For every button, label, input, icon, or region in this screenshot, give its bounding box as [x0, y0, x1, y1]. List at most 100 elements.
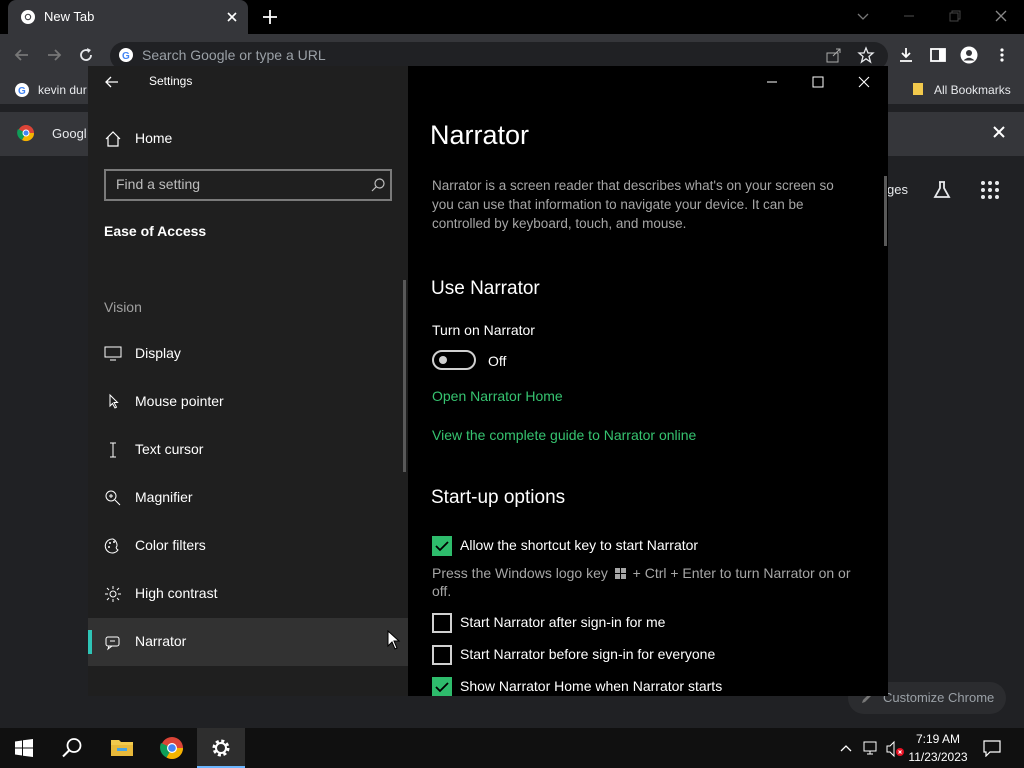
startup-options-heading: Start-up options [431, 487, 566, 508]
nav-item-text-cursor[interactable]: Text cursor [88, 426, 408, 474]
nav-item-label: Magnifier [135, 489, 193, 505]
nav-item-color-filters[interactable]: Color filters [88, 522, 408, 570]
use-narrator-heading: Use Narrator [431, 278, 540, 299]
banner-close-icon[interactable] [991, 124, 1007, 140]
all-bookmarks[interactable]: All Bookmarks [934, 83, 1011, 97]
tab-title: New Tab [44, 9, 95, 24]
bookmark-profile[interactable]: kevin dur [38, 83, 87, 97]
google-icon: G [119, 48, 133, 62]
checkbox-start-after-signin[interactable] [432, 613, 452, 633]
color-filters-icon [104, 538, 119, 554]
checkbox-label: Start Narrator after sign-in for me [460, 614, 666, 630]
page-description: Narrator is a screen reader that describ… [432, 178, 834, 231]
windows-logo-icon [614, 568, 626, 579]
close-icon[interactable] [856, 74, 872, 90]
nav-item-high-contrast[interactable]: High contrast [88, 570, 408, 618]
back-icon[interactable] [13, 46, 31, 64]
display-icon [104, 346, 122, 361]
high-contrast-icon [105, 586, 121, 602]
page-title: Narrator [430, 120, 530, 150]
side-panel-icon[interactable] [929, 46, 947, 64]
window-title: Settings [149, 74, 193, 88]
address-bar-placeholder: Search Google or type a URL [142, 47, 326, 63]
chrome-logo-icon [17, 125, 35, 142]
group-label-vision: Vision [104, 299, 142, 315]
nav-item-magnifier[interactable]: Magnifier [88, 474, 408, 522]
nav-item-narrator[interactable]: Narrator [88, 618, 408, 666]
close-window-icon[interactable] [992, 7, 1010, 25]
settings-gear-icon [212, 739, 230, 757]
mouse-pointer-icon [109, 393, 119, 409]
windows-start-icon[interactable] [15, 739, 33, 757]
download-icon[interactable] [897, 46, 915, 64]
close-tab-icon[interactable] [224, 9, 240, 25]
menu-kebab-icon[interactable] [993, 46, 1011, 64]
file-explorer-icon[interactable] [110, 738, 134, 758]
action-center-icon[interactable] [982, 739, 1002, 757]
bookmark-star-icon[interactable] [857, 46, 875, 64]
home-link[interactable]: Home [135, 130, 172, 146]
checkbox-label: Start Narrator before sign-in for everyo… [460, 646, 716, 662]
mouse-cursor-icon [387, 630, 401, 650]
svg-text:G: G [122, 51, 130, 62]
nav-item-label: High contrast [135, 585, 218, 601]
restore-icon[interactable] [946, 7, 964, 25]
chrome-icon [21, 10, 35, 24]
checkbox-show-narrator-home[interactable] [432, 677, 452, 696]
reload-icon[interactable] [77, 46, 95, 64]
narrator-guide-link[interactable]: View the complete guide to Narrator onli… [432, 427, 696, 443]
back-arrow-icon[interactable] [104, 74, 120, 90]
find-setting-placeholder: Find a setting [116, 176, 201, 192]
selected-indicator [88, 630, 92, 654]
profile-avatar-icon[interactable] [960, 46, 978, 64]
share-icon[interactable] [825, 46, 843, 64]
images-link[interactable]: ges [887, 182, 908, 197]
network-icon[interactable] [862, 740, 880, 756]
labs-flask-icon[interactable] [932, 180, 952, 200]
new-tab-icon[interactable] [261, 8, 279, 26]
minimize-icon[interactable] [900, 7, 918, 25]
apps-grid-icon[interactable] [980, 180, 1000, 200]
google-bookmark-icon: G [15, 83, 29, 97]
content-scrollbar[interactable] [884, 176, 887, 246]
chrome-taskbar-icon[interactable] [160, 736, 184, 760]
nav-item-label: Color filters [135, 537, 206, 553]
forward-icon[interactable] [45, 46, 63, 64]
nav-item-mouse-pointer[interactable]: Mouse pointer [88, 378, 408, 426]
svg-text:G: G [18, 86, 26, 97]
checkbox-label: Allow the shortcut key to start Narrator [460, 537, 699, 553]
shortcut-description: Press the Windows logo key + Ctrl + Ente… [432, 564, 862, 600]
minimize-icon[interactable] [764, 74, 780, 90]
toggle-state: Off [488, 353, 507, 369]
home-icon [105, 131, 121, 147]
nav-item-label: Text cursor [135, 441, 204, 457]
maximize-icon[interactable] [810, 74, 826, 90]
clock-date[interactable]: 11/23/2023 [900, 750, 976, 764]
banner-text: Googl [52, 126, 87, 141]
settings-content-pane: Narrator Narrator is a screen reader tha… [408, 66, 888, 696]
nav-item-label: Mouse pointer [135, 393, 224, 409]
checkbox-label: Show Narrator Home when Narrator starts [460, 678, 723, 694]
folder-icon [913, 83, 923, 95]
open-narrator-home-link[interactable]: Open Narrator Home [432, 388, 563, 404]
settings-window: Settings Home Find a setting Ease of Acc… [88, 66, 888, 696]
shortcut-desc-before: Press the Windows logo key [432, 565, 608, 581]
text-cursor-icon [110, 442, 116, 458]
clock-time[interactable]: 7:19 AM [906, 732, 970, 746]
nav-scrollbar[interactable] [403, 280, 406, 472]
magnifier-icon [105, 490, 121, 506]
tab-search-icon[interactable] [854, 7, 872, 25]
settings-nav-pane: Settings Home Find a setting Ease of Acc… [88, 66, 408, 696]
nav-item-label: Display [135, 345, 181, 361]
nav-item-label: Narrator [135, 633, 187, 649]
nav-item-display[interactable]: Display [88, 330, 408, 378]
checkbox-shortcut-key[interactable] [432, 536, 452, 556]
taskbar-search-icon[interactable] [61, 737, 83, 759]
checkmark-icon [435, 682, 449, 693]
search-icon [371, 178, 385, 192]
toggle-label: Turn on Narrator [432, 322, 535, 338]
show-hidden-icons-icon[interactable] [839, 741, 853, 755]
checkbox-start-before-signin[interactable] [432, 645, 452, 665]
checkmark-icon [435, 541, 449, 552]
narrator-icon [105, 636, 120, 651]
